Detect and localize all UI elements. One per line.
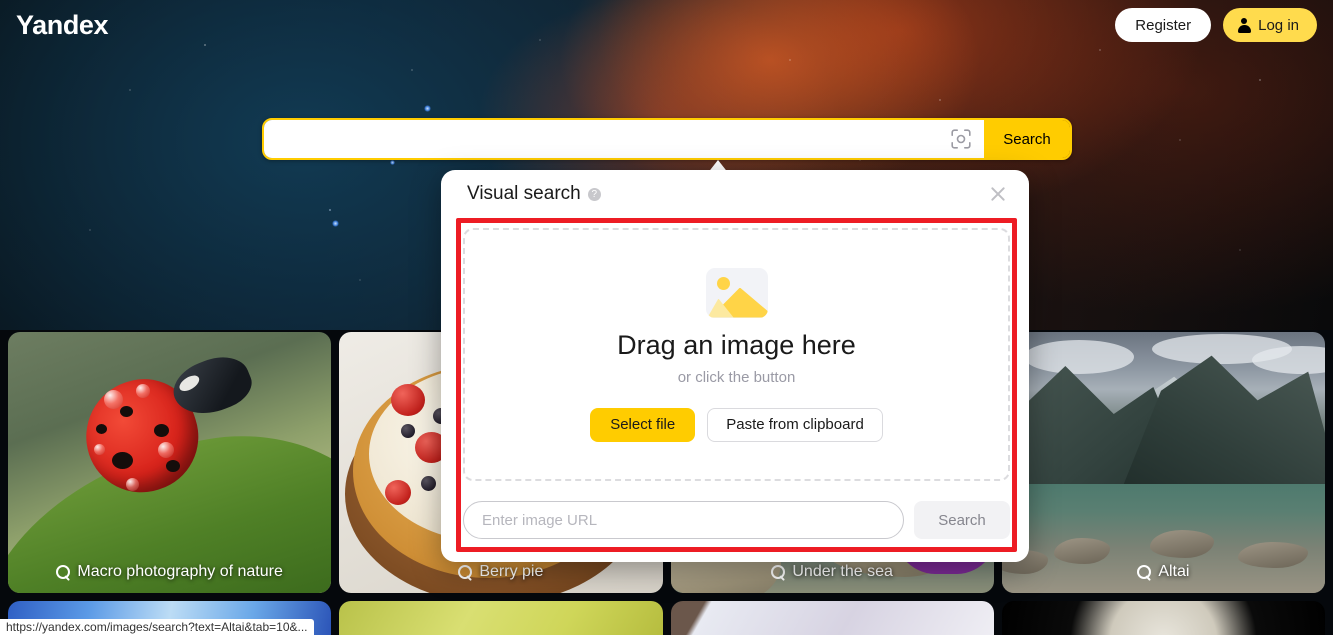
- image-url-row: Search: [463, 501, 1010, 539]
- image-url-input[interactable]: [463, 501, 904, 539]
- tile-macro-photography[interactable]: Macro photography of nature: [8, 332, 332, 593]
- water-droplet: [94, 444, 105, 455]
- search-bar: Search: [262, 118, 1072, 160]
- modal-title: Visual search?: [467, 183, 601, 205]
- search-icon: [1137, 565, 1152, 579]
- paste-from-clipboard-button[interactable]: Paste from clipboard: [707, 407, 883, 442]
- ladybug-spot: [120, 406, 133, 417]
- search-icon: [56, 565, 71, 579]
- close-icon[interactable]: [985, 181, 1011, 207]
- camera-focus-icon[interactable]: [938, 120, 984, 158]
- ladybug-spot: [96, 424, 107, 434]
- modal-header: Visual search?: [441, 170, 1029, 218]
- modal-title-label: Visual search: [467, 183, 581, 204]
- search-icon: [458, 565, 473, 579]
- tile-caption-label: Altai: [1158, 563, 1190, 580]
- visual-search-modal: Visual search? Drag an image here or cli…: [441, 170, 1029, 562]
- tile-caption: Altai: [1002, 563, 1325, 581]
- user-icon: [1237, 17, 1251, 33]
- water-droplet: [136, 384, 150, 398]
- ladybug-spot: [154, 424, 169, 437]
- bright-star: [332, 220, 339, 227]
- tile-caption-label: Berry pie: [479, 563, 544, 580]
- tile-row2-green[interactable]: [339, 601, 663, 635]
- search-submit-button[interactable]: Search: [984, 120, 1070, 158]
- cloud: [1023, 340, 1134, 374]
- select-file-button[interactable]: Select file: [590, 407, 696, 442]
- tile-row2-crafts[interactable]: [670, 601, 994, 635]
- help-icon[interactable]: ?: [587, 188, 601, 201]
- login-button-label: Log in: [1258, 16, 1299, 34]
- dropzone-subtitle: or click the button: [677, 368, 796, 386]
- bright-star: [424, 105, 431, 112]
- header-actions: Register Log in: [1115, 8, 1317, 42]
- dropzone-buttons: Select file Paste from clipboard: [590, 407, 883, 442]
- image-dropzone[interactable]: Drag an image here or click the button S…: [463, 228, 1010, 481]
- water-droplet: [126, 478, 139, 491]
- search-icon: [771, 565, 786, 579]
- water-droplet: [158, 442, 174, 458]
- lake-rock: [1149, 530, 1214, 558]
- lake-rock: [1053, 538, 1110, 564]
- page-root: Yandex Register Log in Search Macro phot…: [0, 0, 1333, 635]
- sun-shape: [716, 276, 730, 290]
- register-button[interactable]: Register: [1115, 8, 1212, 42]
- ladybug-spot: [112, 452, 133, 469]
- page-header: Yandex Register Log in: [0, 0, 1333, 50]
- tile-caption: Under the sea: [671, 563, 994, 581]
- yandex-logo[interactable]: Yandex: [16, 11, 109, 39]
- dropzone-title: Drag an image here: [617, 329, 856, 360]
- ladybug-spot: [166, 460, 180, 472]
- image-placeholder-icon: [705, 267, 768, 318]
- water-droplet: [104, 390, 123, 409]
- tile-caption: Berry pie: [339, 563, 662, 581]
- cloud: [1251, 346, 1325, 374]
- search-input[interactable]: [264, 120, 938, 158]
- tile-caption-label: Macro photography of nature: [77, 563, 283, 580]
- ladybug-image: [8, 332, 332, 593]
- bright-star: [390, 160, 395, 165]
- tile-altai[interactable]: Altai: [1001, 332, 1325, 593]
- url-search-button[interactable]: Search: [914, 501, 1010, 539]
- status-bar-url: https://yandex.com/images/search?text=Al…: [0, 619, 314, 635]
- tile-caption-label: Under the sea: [792, 563, 893, 580]
- tile-caption: Macro photography of nature: [8, 563, 331, 581]
- login-button[interactable]: Log in: [1223, 8, 1317, 42]
- tile-row2-moon[interactable]: [1001, 601, 1325, 635]
- raspberry: [391, 384, 426, 416]
- altai-lake-image: [1001, 332, 1325, 593]
